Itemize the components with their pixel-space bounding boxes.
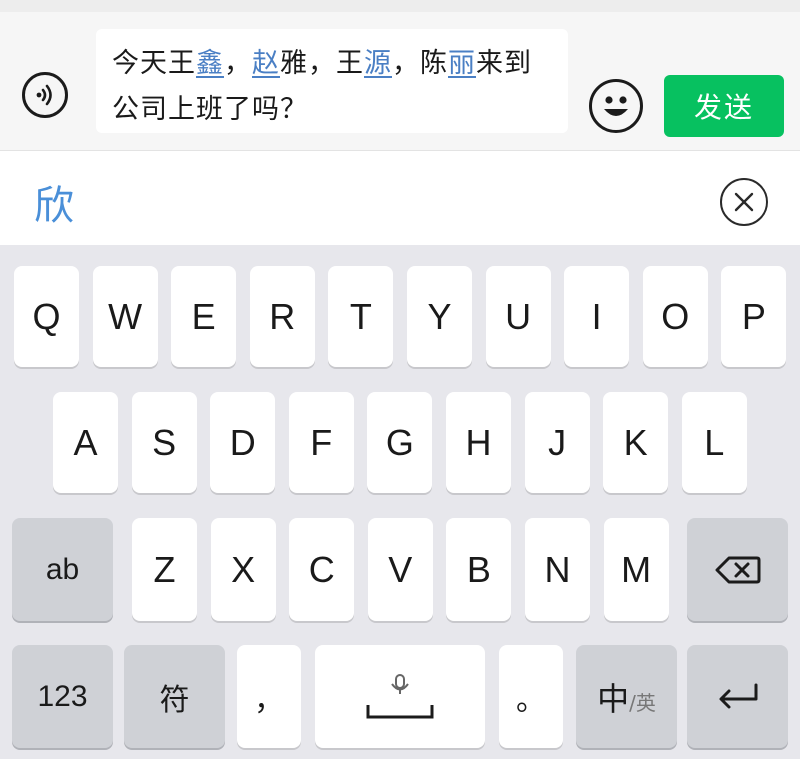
numbers-key[interactable]: 123 [12,645,113,748]
message-text: ， [224,48,252,79]
key-n[interactable]: N [525,518,590,621]
language-switch-label: 中/英 [597,674,656,720]
key-i[interactable]: I [564,266,630,367]
emoji-icon[interactable] [589,79,643,133]
space-key[interactable] [315,645,485,748]
period-key[interactable]: 。 [499,645,563,748]
key-h[interactable]: H [446,392,511,493]
key-u[interactable]: U [485,266,551,367]
name-highlight: 赵 [252,48,280,79]
message-text: 雅，王 [280,48,364,79]
enter-icon [719,683,757,708]
key-f[interactable]: F [288,392,354,493]
key-s[interactable]: S [131,392,197,493]
candidate-item[interactable]: 欣 [34,173,74,231]
name-highlight: 丽 [448,48,476,79]
comma-key[interactable]: ， [237,645,301,748]
close-x-icon [734,192,754,212]
key-v[interactable]: V [367,518,433,621]
key-g[interactable]: G [367,392,433,493]
key-j[interactable]: J [524,392,590,493]
lang-sep: / [629,690,636,715]
backspace-icon [715,556,760,583]
key-p[interactable]: P [721,266,787,367]
symbols-key[interactable]: 符 [124,645,225,748]
key-e[interactable]: E [171,266,237,367]
key-c[interactable]: C [289,518,355,621]
key-d[interactable]: D [210,392,276,493]
key-t[interactable]: T [328,266,394,367]
message-text: 今天王 [112,48,196,79]
name-highlight: 鑫 [196,48,224,79]
voice-icon[interactable] [22,72,68,118]
language-switch-key[interactable]: 中/英 [576,645,677,748]
close-circle-icon[interactable] [720,178,768,226]
send-button[interactable]: 发送 [664,75,784,137]
enter-key[interactable] [687,645,788,748]
key-m[interactable]: M [603,518,669,621]
backspace-key[interactable] [687,518,788,621]
key-q[interactable]: Q [14,266,79,367]
key-a[interactable]: A [53,392,118,493]
soft-keyboard: ab 123 符 ， 。 中/英 Q W E R T Y U I O P A S… [0,245,800,759]
chat-input-bar: 今天王鑫，赵雅，王源，陈丽来到公司上班了吗？ 发送 [0,0,800,150]
message-text: ，陈 [392,48,448,79]
lang-sub: 英 [635,690,656,715]
smiley-face-icon [604,96,628,116]
key-r[interactable]: R [249,266,315,367]
key-b[interactable]: B [446,518,512,621]
lang-main: 中 [597,679,630,718]
key-k[interactable]: K [603,392,669,493]
voice-waves-icon [36,84,52,106]
key-l[interactable]: L [681,392,747,493]
message-input[interactable]: 今天王鑫，赵雅，王源，陈丽来到公司上班了吗？ [96,29,568,133]
name-highlight: 源 [364,48,392,79]
key-o[interactable]: O [642,266,708,367]
mic-space-icon [366,673,434,718]
shift-ab-key[interactable]: ab [12,518,113,621]
chat-ime-screen: 今天王鑫，赵雅，王源，陈丽来到公司上班了吗？ 发送 欣 ab 123 符 ， 。… [0,0,800,759]
key-y[interactable]: Y [407,266,472,367]
key-x[interactable]: X [210,518,276,621]
candidate-bar: 欣 [0,150,800,245]
key-w[interactable]: W [92,266,158,367]
key-z[interactable]: Z [132,518,197,621]
